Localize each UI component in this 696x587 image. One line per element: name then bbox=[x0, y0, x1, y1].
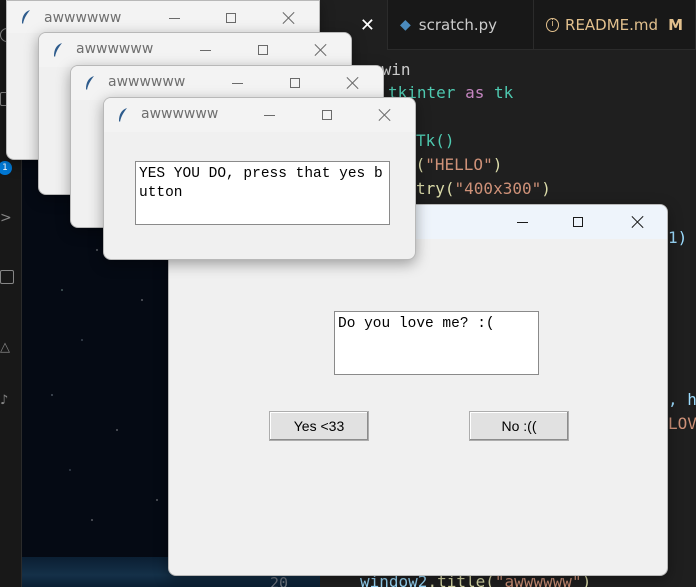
run-debug-icon[interactable]: > bbox=[0, 210, 14, 226]
code-line: 1) bbox=[668, 228, 688, 247]
yes-button[interactable]: Yes <33 bbox=[269, 411, 369, 441]
minimize-button[interactable] bbox=[499, 205, 545, 239]
minimize-icon bbox=[199, 49, 211, 51]
feather-icon bbox=[54, 43, 62, 57]
maximize-icon bbox=[226, 13, 236, 23]
close-button[interactable] bbox=[330, 66, 376, 100]
feather-icon bbox=[22, 10, 30, 24]
close-icon bbox=[315, 44, 327, 56]
minimize-icon bbox=[263, 114, 275, 116]
question-text-box[interactable]: Do you love me? :( bbox=[334, 311, 539, 375]
minimize-button[interactable] bbox=[182, 33, 228, 67]
minimize-button[interactable] bbox=[214, 66, 260, 100]
maximize-button[interactable] bbox=[272, 66, 318, 100]
close-button[interactable] bbox=[266, 1, 312, 35]
tab-label: scratch.py bbox=[418, 16, 498, 34]
close-button[interactable] bbox=[615, 205, 661, 239]
no-button[interactable]: No :(( bbox=[469, 411, 569, 441]
minimize-icon bbox=[516, 221, 528, 223]
tab-readme[interactable]: i README.md M bbox=[534, 0, 696, 50]
feather-icon bbox=[119, 108, 127, 122]
popup-titlebar[interactable]: awwwwww bbox=[71, 66, 383, 100]
close-icon bbox=[283, 12, 295, 24]
minimize-icon bbox=[168, 17, 180, 19]
window-title: awwwwww bbox=[44, 10, 122, 26]
close-button[interactable] bbox=[362, 98, 408, 132]
close-icon bbox=[632, 216, 644, 228]
music-icon[interactable]: ♪ bbox=[0, 393, 14, 408]
notification-badge: 1 bbox=[0, 161, 12, 175]
maximize-button[interactable] bbox=[240, 33, 286, 67]
window-title: awwwwww bbox=[108, 74, 186, 90]
window-title: awwwwww bbox=[76, 41, 154, 57]
minimize-icon bbox=[231, 82, 243, 84]
message-text-box[interactable]: YES YOU DO, press that yes button bbox=[135, 161, 390, 225]
tab-label: README.md bbox=[565, 16, 659, 34]
modified-indicator: M bbox=[668, 16, 683, 34]
code-line: , h bbox=[668, 390, 696, 409]
minimize-button[interactable] bbox=[151, 1, 197, 35]
remote-icon[interactable]: △ bbox=[0, 340, 14, 355]
feather-icon bbox=[86, 76, 94, 90]
maximize-icon bbox=[290, 78, 300, 88]
code-line: LOV bbox=[668, 414, 696, 433]
popup-titlebar[interactable]: awwwwww bbox=[7, 1, 319, 33]
code-line: e("HELLO") bbox=[406, 155, 503, 174]
code-line: try("400x300") bbox=[416, 179, 551, 198]
maximize-button[interactable] bbox=[555, 205, 601, 239]
popup-window-front[interactable]: awwwwww YES YOU DO, press that yes butto… bbox=[103, 97, 416, 260]
close-icon bbox=[379, 109, 391, 121]
info-icon: i bbox=[546, 18, 560, 32]
close-button[interactable] bbox=[298, 33, 344, 67]
close-icon bbox=[347, 77, 359, 89]
python-file-icon: ◆ bbox=[400, 17, 411, 33]
maximize-icon bbox=[258, 45, 268, 55]
window-title: awwwwww bbox=[141, 106, 219, 122]
maximize-icon bbox=[573, 217, 583, 227]
close-tab-icon[interactable]: ✕ bbox=[360, 15, 375, 36]
extensions-icon[interactable] bbox=[0, 270, 14, 284]
maximize-button[interactable] bbox=[208, 1, 254, 35]
tab-scratch-py[interactable]: ◆ scratch.py bbox=[388, 0, 534, 50]
popup-titlebar[interactable]: awwwwww bbox=[104, 98, 415, 132]
popup-titlebar[interactable]: awwwwww bbox=[39, 33, 351, 67]
maximize-button[interactable] bbox=[304, 98, 350, 132]
code-line: Tk() bbox=[416, 131, 455, 150]
maximize-icon bbox=[322, 110, 332, 120]
editor-tab-bar: ✕ ◆ scratch.py i README.md M bbox=[320, 0, 696, 50]
minimize-button[interactable] bbox=[246, 98, 292, 132]
